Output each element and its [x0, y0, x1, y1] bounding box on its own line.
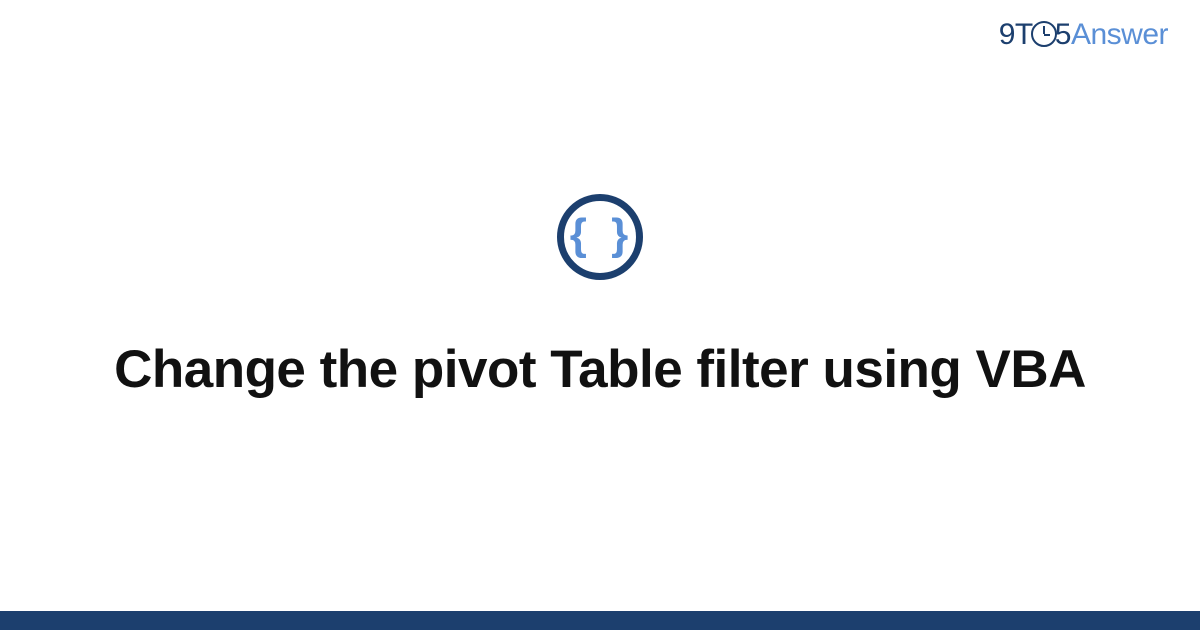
- clock-icon: [1031, 21, 1057, 47]
- main-content: { } Change the pivot Table filter using …: [0, 194, 1200, 403]
- site-brand[interactable]: 9T 5Answer: [999, 18, 1168, 52]
- page-title: Change the pivot Table filter using VBA: [60, 338, 1140, 403]
- brand-prefix: 9T: [999, 18, 1033, 51]
- code-braces-icon: { }: [557, 194, 643, 280]
- brand-suffix: Answer: [1071, 18, 1168, 51]
- braces-glyph: { }: [570, 213, 634, 257]
- footer-bar: [0, 611, 1200, 630]
- brand-mid: 5: [1055, 18, 1071, 51]
